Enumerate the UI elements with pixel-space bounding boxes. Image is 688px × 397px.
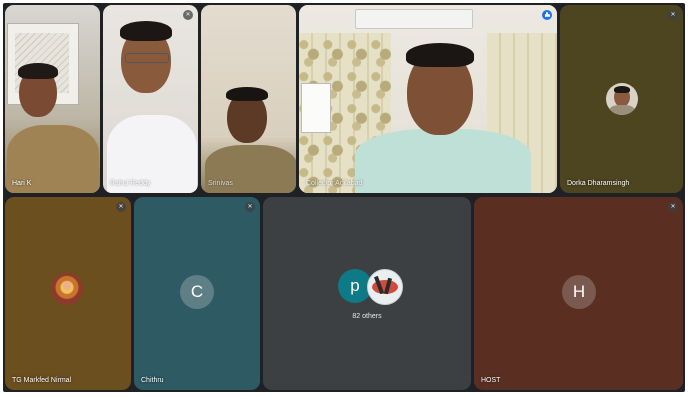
- participant-tile-dorka[interactable]: ✕ Dorka Dharamsingh: [560, 5, 683, 193]
- mic-off-icon: ✕: [116, 202, 126, 212]
- participant-initial-avatar: H: [562, 275, 596, 309]
- participant-name: Collector Adilabad: [306, 180, 363, 187]
- participant-name: HOST: [481, 377, 501, 384]
- participant-avatar: [367, 269, 403, 305]
- mic-off-icon: ✕: [245, 202, 255, 212]
- participant-tile-collector[interactable]: Collector Adilabad: [299, 5, 557, 193]
- participant-name: Rahul Reddy: [110, 180, 151, 187]
- participant-name: Chithru: [141, 377, 164, 384]
- participant-video: [103, 5, 198, 193]
- mic-off-icon: ✕: [668, 202, 678, 212]
- participant-tile-2[interactable]: ✕ Rahul Reddy: [103, 5, 198, 193]
- mic-off-icon: ✕: [183, 10, 193, 20]
- participant-initial-avatar: C: [180, 275, 214, 309]
- participant-tile-host[interactable]: H ✕ HOST: [474, 197, 683, 390]
- participant-tile-chithru[interactable]: C ✕ Chithru: [134, 197, 260, 390]
- participant-tile-hari[interactable]: Hari K: [5, 5, 100, 193]
- participant-tile-tg-markfed[interactable]: ✕ TG Markfed Nirmal: [5, 197, 131, 390]
- participant-name: Srinivas: [208, 180, 233, 187]
- participant-video: [201, 5, 296, 193]
- participant-name: Dorka Dharamsingh: [567, 180, 630, 187]
- participant-video: [5, 5, 100, 193]
- participant-avatar: [606, 83, 638, 115]
- video-grid: Hari K ✕ Rahul Reddy Srinivas Collector …: [3, 3, 685, 392]
- others-tile[interactable]: p 82 others: [263, 197, 471, 390]
- participant-avatar: [51, 273, 83, 305]
- audio-bars-icon: [542, 10, 552, 20]
- participant-tile-3[interactable]: Srinivas: [201, 5, 296, 193]
- participant-name: TG Markfed Nirmal: [12, 377, 72, 384]
- others-count-label: 82 others: [352, 313, 382, 320]
- mic-off-icon: ✕: [668, 10, 678, 20]
- participant-video: [299, 5, 557, 193]
- participant-name: Hari K: [12, 180, 32, 187]
